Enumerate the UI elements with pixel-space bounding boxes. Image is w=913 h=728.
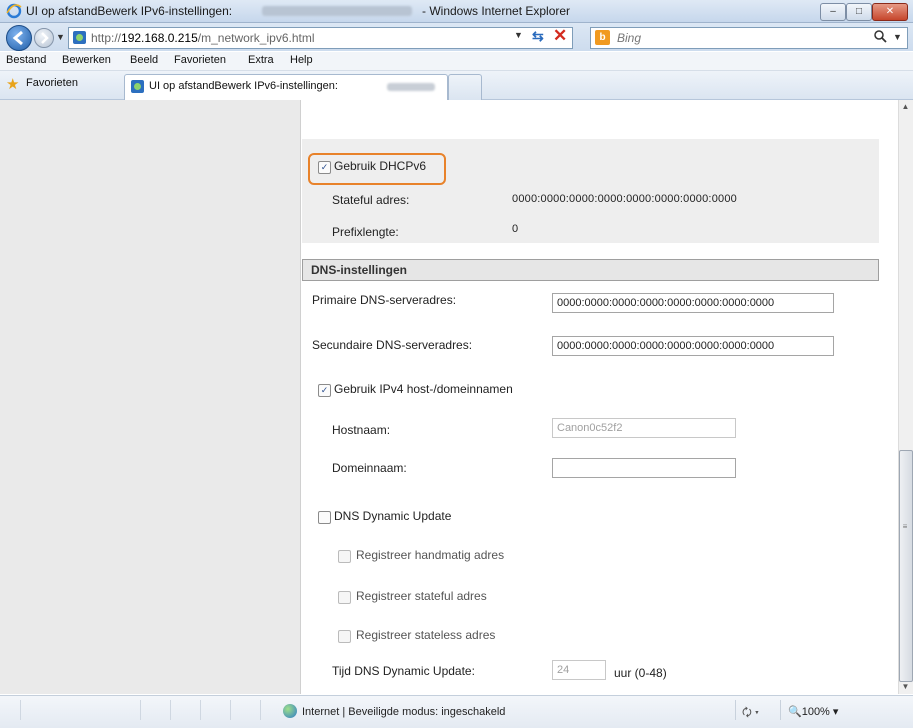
address-host: 192.168.0.215 [121,31,198,45]
primary-dns-label: Primaire DNS-serveradres: [312,293,457,307]
tab-title: UI op afstandBewerk IPv6-instellingen: [149,80,338,92]
close-button[interactable]: ✕ [872,3,908,21]
search-dropdown[interactable]: ▼ [893,32,902,42]
scrollbar-grip-icon: ≡ [902,522,908,531]
address-url: http://192.168.0.215/m_network_ipv6.html [91,31,315,45]
prefix-length-label: Prefixlengte: [332,225,399,239]
update-time-label: Tijd DNS Dynamic Update: [332,664,475,678]
menu-extra[interactable]: Extra [248,54,274,66]
domain-input[interactable] [552,458,736,478]
domain-label: Domeinnaam: [332,461,407,475]
search-placeholder: Bing [617,31,642,45]
update-time-input[interactable]: 24 [552,660,606,680]
use-ipv4-names-checkbox[interactable]: ✓ [318,384,331,397]
stateful-address-label: Stateful adres: [332,193,410,207]
dns-section-title: DNS-instellingen [311,263,408,277]
status-cell [180,700,201,720]
secondary-dns-label: Secundaire DNS-serveradres: [312,338,473,352]
bing-logo-icon: b [595,30,610,45]
dns-dynamic-update-checkbox[interactable] [318,511,331,524]
hostname-input[interactable]: Canon0c52f2 [552,418,736,438]
minimize-button[interactable]: – [820,3,846,21]
use-ipv4-names-label: Gebruik IPv4 host-/domeinnamen [334,382,513,396]
status-separator [780,700,781,720]
status-separator [735,700,736,720]
stateful-address-value: 0000:0000:0000:0000:0000:0000:0000:0000 [512,193,737,205]
zoom-level[interactable]: 🔍100% ▾ [788,705,838,718]
scroll-down-icon[interactable]: ▼ [898,682,913,691]
address-field[interactable]: http://192.168.0.215/m_network_ipv6.html [68,27,573,49]
search-field[interactable]: b Bing ▼ [590,27,908,49]
menu-help[interactable]: Help [290,54,313,66]
forward-button[interactable] [34,28,54,48]
menu-bewerken[interactable]: Bewerken [62,54,111,66]
register-stateless-checkbox[interactable] [338,630,351,643]
status-cell [120,700,141,720]
site-icon [131,80,144,93]
favorites-star-icon[interactable]: ★ [6,75,19,93]
prefix-length-value: 0 [512,223,519,235]
security-zone-status[interactable]: Internet | Beveiligde modus: ingeschakel… [302,706,505,718]
arrow-left-icon [12,30,23,46]
secondary-dns-input[interactable]: 0000:0000:0000:0000:0000:0000:0000:0000 [552,336,834,356]
status-cell [150,700,171,720]
register-manual-checkbox[interactable] [338,550,351,563]
use-dhcpv6-label: Gebruik DHCPv6 [334,159,427,173]
hostname-label: Hostnaam: [332,423,391,437]
dns-section-header: DNS-instellingen [302,259,879,281]
scroll-up-icon[interactable]: ▲ [898,102,913,111]
status-cell [210,700,231,720]
menu-favorieten[interactable]: Favorieten [174,54,226,66]
status-cell [0,700,21,720]
address-dropdown[interactable]: ▼ [514,30,523,40]
tab-remote-ui[interactable]: UI op afstandBewerk IPv6-instellingen: [124,74,448,100]
register-stateful-checkbox[interactable] [338,591,351,604]
protected-mode-icon[interactable]: 🗘 ▾ [742,704,759,723]
menu-beeld[interactable]: Beeld [130,54,158,66]
back-button[interactable] [6,25,32,51]
menu-bestand[interactable]: Bestand [6,54,46,66]
redacted-text [387,83,435,91]
arrow-right-icon [41,32,49,44]
status-cell [240,700,261,720]
stop-icon[interactable]: ✕ [553,26,567,46]
maximize-button[interactable]: □ [846,3,872,21]
favorites-button[interactable]: Favorieten [26,77,78,89]
window-app-name: - Windows Internet Explorer [422,4,571,18]
dns-dynamic-update-label: DNS Dynamic Update [334,509,452,523]
register-manual-label: Registreer handmatig adres [356,548,505,562]
left-navigation-pane [0,100,301,694]
site-icon [73,31,86,44]
update-time-unit: uur (0-48) [614,666,667,680]
use-dhcpv6-checkbox[interactable]: ✓ [318,161,331,174]
window-title: UI op afstandBewerk IPv6-instellingen: [26,4,233,18]
refresh-icon[interactable]: ⇆ [532,28,544,45]
recent-pages-dropdown[interactable]: ▼ [56,32,65,42]
register-stateful-label: Registreer stateful adres [356,589,487,603]
scrollbar-thumb[interactable] [899,450,913,682]
primary-dns-input[interactable]: 0000:0000:0000:0000:0000:0000:0000:0000 [552,293,834,313]
search-icon[interactable] [873,29,887,43]
redacted-text [262,6,412,16]
register-stateless-label: Registreer stateless adres [356,628,496,642]
new-tab-button[interactable] [448,74,482,100]
ie-logo-icon [6,3,22,19]
globe-icon [283,704,297,718]
